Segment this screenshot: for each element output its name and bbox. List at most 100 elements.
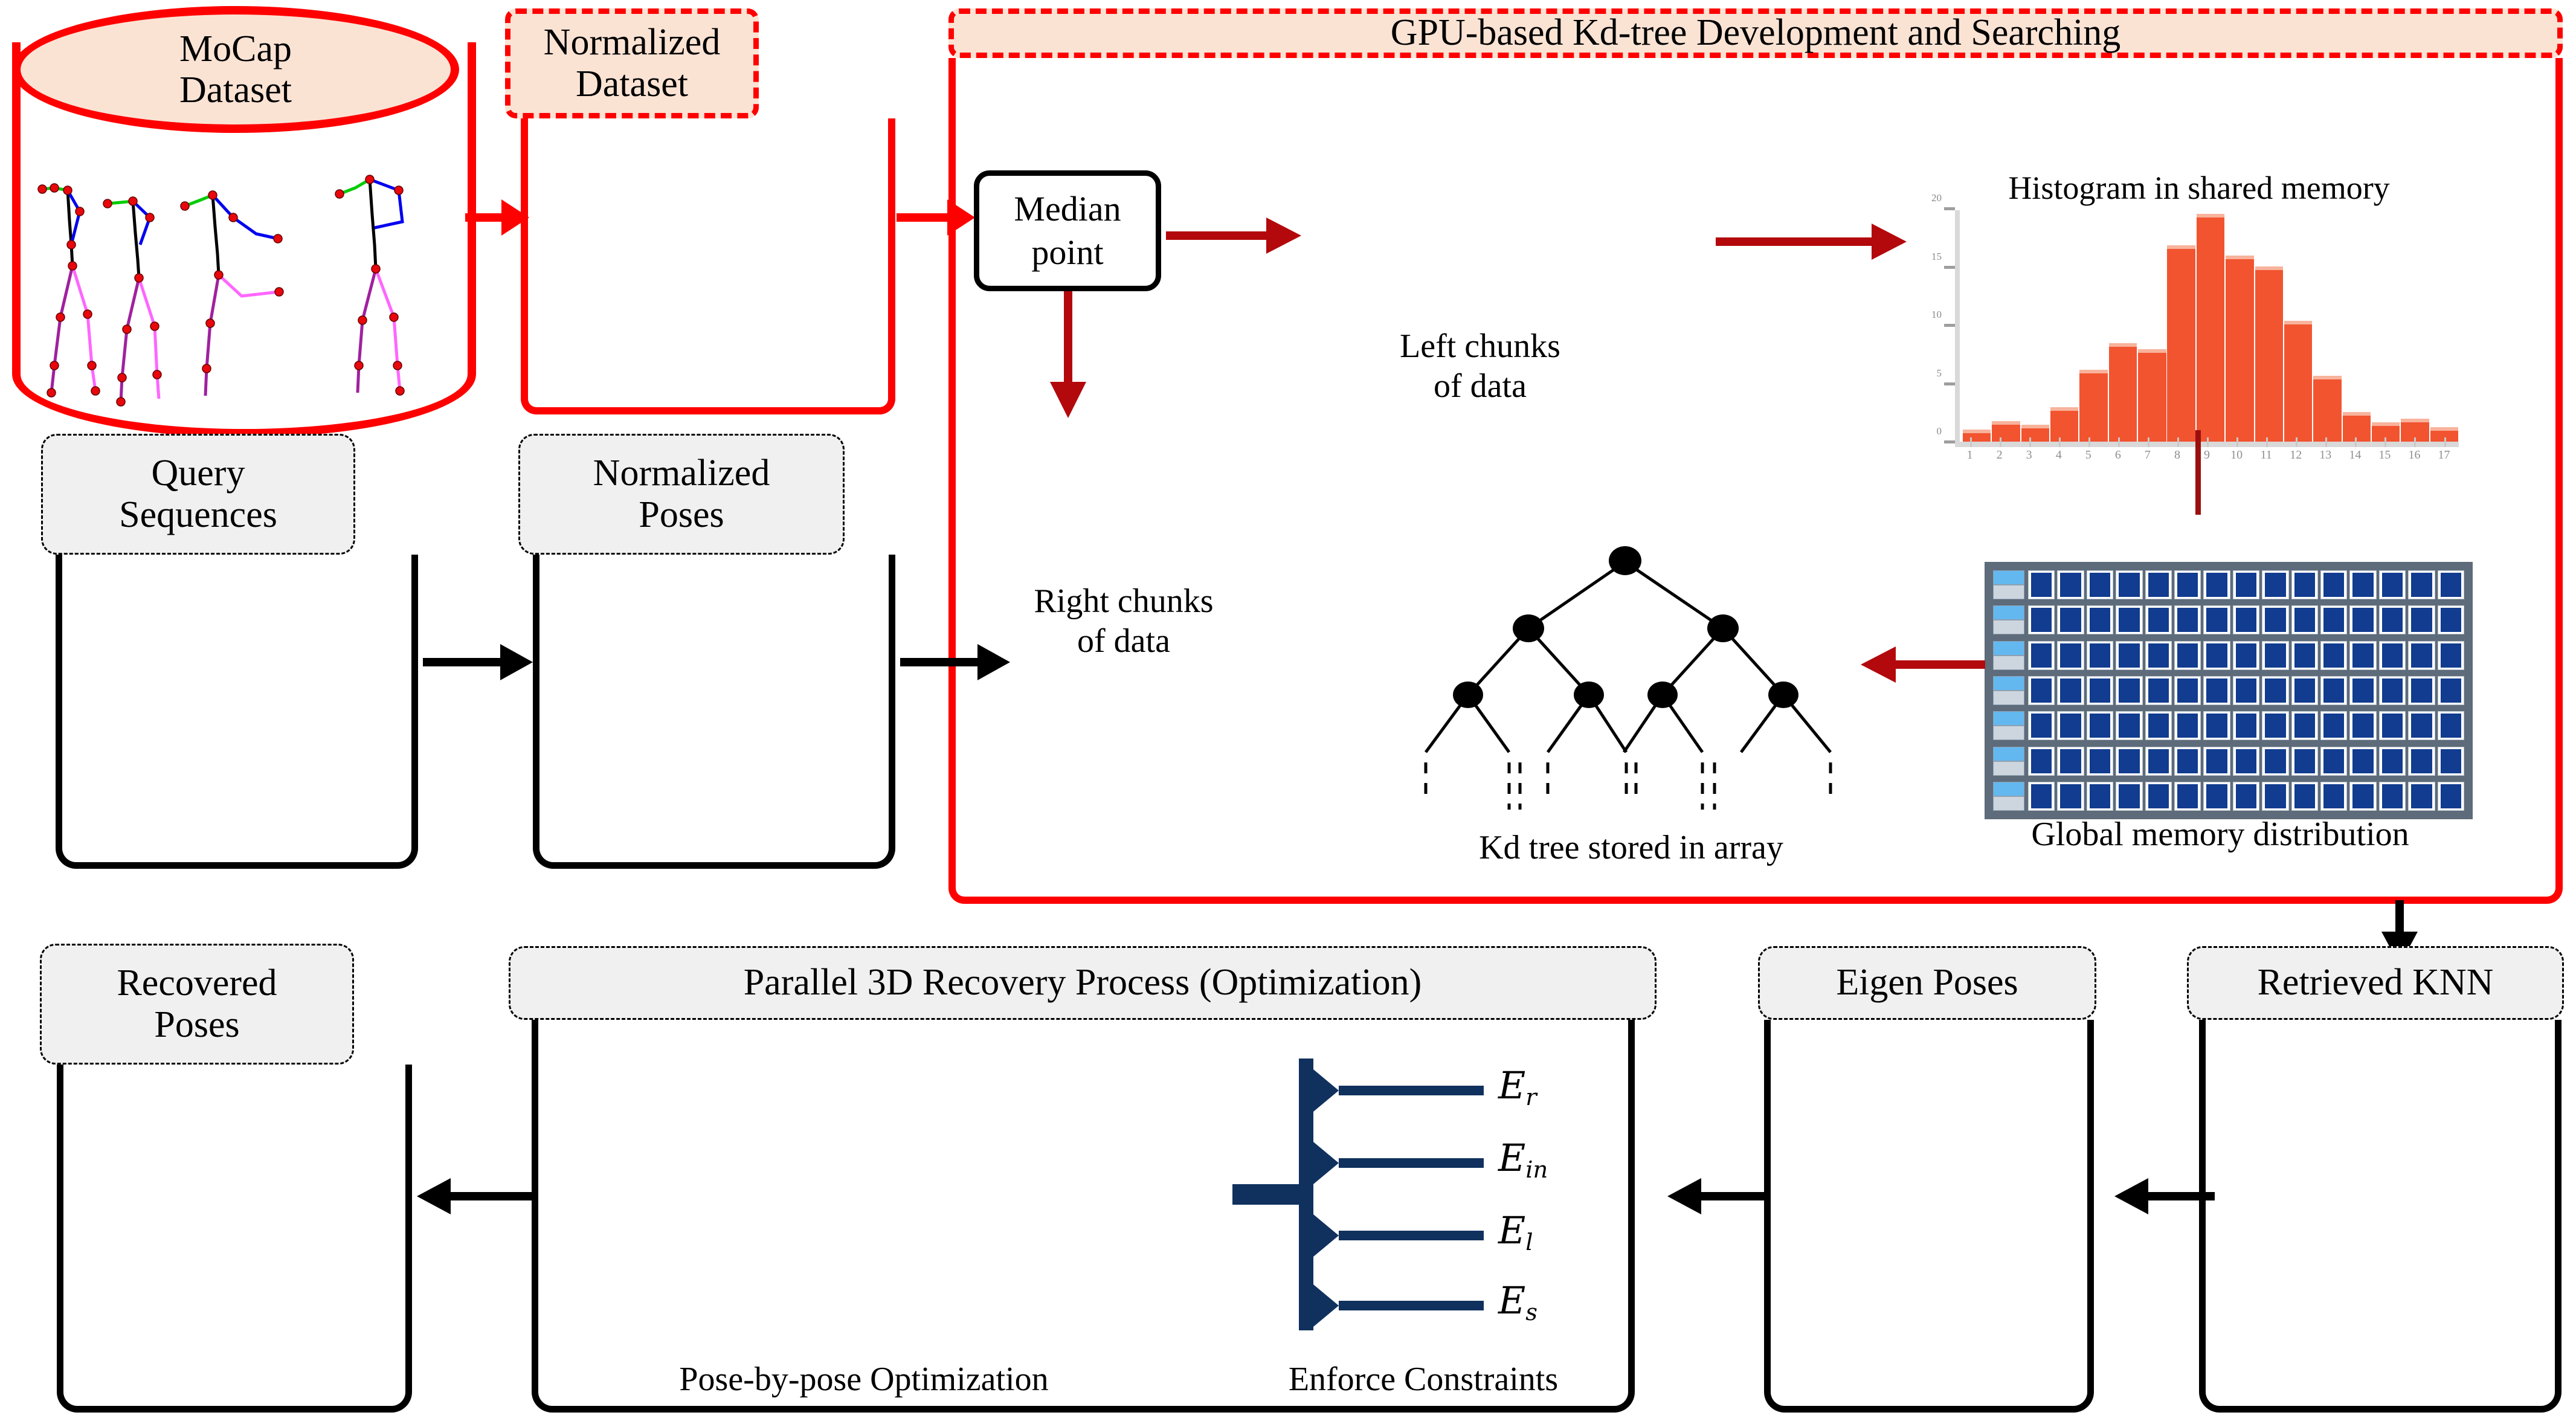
memory-cell	[2437, 746, 2465, 776]
memory-cell	[2057, 746, 2084, 776]
memory-cell	[2262, 675, 2289, 705]
recovered-poses-label: Recovered Poses	[40, 944, 354, 1065]
memory-cell	[2057, 605, 2084, 635]
enforce-constraints-caption: Enforce Constraints	[1288, 1361, 1559, 1398]
histogram-bar-column	[2050, 210, 2079, 443]
right-chunks-caption: Right chunks of data	[979, 581, 1269, 661]
memory-cell	[2349, 675, 2377, 705]
query-sequences-label: Query Sequences	[41, 434, 355, 555]
histogram-y-axis: 0 5 10 15 20	[1931, 192, 1960, 443]
memory-cell	[2291, 570, 2319, 599]
memory-cell	[2145, 781, 2172, 811]
memory-cell	[2437, 640, 2465, 670]
memory-cell	[2262, 781, 2289, 811]
histogram-bar	[1992, 421, 2020, 443]
memory-cell	[2232, 605, 2260, 635]
histogram-bar	[2313, 376, 2342, 443]
memory-cell	[2203, 746, 2230, 776]
memory-cell	[2378, 605, 2406, 635]
memory-cell	[2320, 675, 2348, 705]
histogram-bars	[1962, 210, 2459, 443]
memory-cell	[2378, 711, 2406, 741]
memory-cell	[2116, 675, 2143, 705]
memory-row	[1993, 781, 2465, 811]
query-sequences-line1: Query	[151, 452, 245, 494]
eigen-poses-title: Eigen Poses	[1836, 962, 2018, 1004]
memory-cell	[2232, 640, 2260, 670]
median-point-line2: point	[1031, 233, 1104, 272]
normalized-dataset-line2: Dataset	[576, 63, 688, 105]
memory-row-marker	[1993, 570, 2024, 599]
memory-cell	[2145, 570, 2172, 599]
query-sequences-line2: Sequences	[119, 494, 277, 535]
histogram-bar	[2138, 349, 2166, 443]
normalized-poses-label: Normalized Poses	[518, 434, 845, 555]
mocap-dataset-line1: MoCap	[179, 28, 292, 69]
global-memory-grid	[1985, 562, 2473, 819]
histogram-x-tick: 10	[2222, 437, 2252, 464]
memory-cell	[2028, 711, 2055, 741]
memory-cell	[2057, 640, 2084, 670]
pose-by-pose-caption: Pose-by-pose Optimization	[679, 1361, 1049, 1398]
memory-cell	[2320, 570, 2348, 599]
histogram-chart: 0 5 10 15 20 1 2 3 4 5 6 7 8 9 10 11 12 13 14 15 16 17	[1927, 192, 2459, 476]
eigen-poses-panel	[1764, 1020, 2094, 1413]
histogram-x-tick: 1	[1955, 437, 1985, 464]
histogram-x-tick: 5	[2073, 437, 2103, 464]
histogram-bar-column	[2255, 210, 2284, 443]
global-memory-caption: Global memory distribution	[2031, 816, 2409, 853]
gpu-section-title: GPU-based Kd-tree Development and Search…	[1390, 12, 2121, 54]
memory-cell	[2232, 570, 2260, 599]
memory-cell	[2086, 640, 2114, 670]
memory-cells	[2028, 640, 2465, 670]
left-chunks-line1: Left chunks	[1400, 327, 1560, 365]
histogram-bar-column	[2430, 210, 2459, 443]
histogram-x-tick: 16	[2400, 437, 2429, 464]
memory-cell	[2349, 605, 2377, 635]
histogram-median-marker	[2195, 430, 2201, 515]
memory-cells	[2028, 570, 2465, 599]
memory-cell	[2437, 675, 2465, 705]
memory-cell	[2203, 781, 2230, 811]
memory-cell	[2203, 640, 2230, 670]
histogram-bar-column	[2021, 210, 2050, 443]
memory-cell	[2086, 605, 2114, 635]
normalized-dataset-line1: Normalized	[543, 21, 721, 63]
memory-row	[1993, 746, 2465, 776]
retrieved-knn-panel	[2199, 1020, 2562, 1413]
histogram-x-tick: 8	[2162, 437, 2192, 464]
memory-cells	[2028, 675, 2465, 705]
memory-cell	[2086, 711, 2114, 741]
memory-cell	[2028, 675, 2055, 705]
memory-cell	[2174, 605, 2201, 635]
memory-cell	[2116, 711, 2143, 741]
memory-cell	[2408, 711, 2435, 741]
memory-cell	[2291, 605, 2319, 635]
histogram-x-tick: 6	[2103, 437, 2133, 464]
memory-cell	[2378, 781, 2406, 811]
histogram-bar-column	[2137, 210, 2166, 443]
memory-row-marker	[1993, 605, 2024, 635]
histogram-bar-column	[2313, 210, 2342, 443]
histogram-bar	[2167, 245, 2195, 443]
histogram-bar-column	[2079, 210, 2108, 443]
histogram-bar-column	[2371, 210, 2400, 443]
histogram-bar-column	[2225, 210, 2254, 443]
energy-term-el: El	[1498, 1208, 1533, 1256]
histogram-x-tick: 15	[2370, 437, 2400, 464]
histogram-bar	[2108, 343, 2137, 443]
memory-cell	[2408, 640, 2435, 670]
memory-cell	[2116, 781, 2143, 811]
median-point-box: Median point	[974, 170, 1161, 291]
memory-cell	[2203, 605, 2230, 635]
histogram-bar-column	[2196, 210, 2225, 443]
histogram-x-tick: 12	[2281, 437, 2311, 464]
memory-cell	[2232, 781, 2260, 811]
memory-row-marker	[1993, 640, 2024, 670]
memory-cell	[2232, 711, 2260, 741]
memory-cell	[2437, 781, 2465, 811]
memory-cell	[2116, 570, 2143, 599]
histogram-x-tick: 7	[2133, 437, 2162, 464]
memory-cell	[2320, 781, 2348, 811]
memory-cell	[2116, 640, 2143, 670]
